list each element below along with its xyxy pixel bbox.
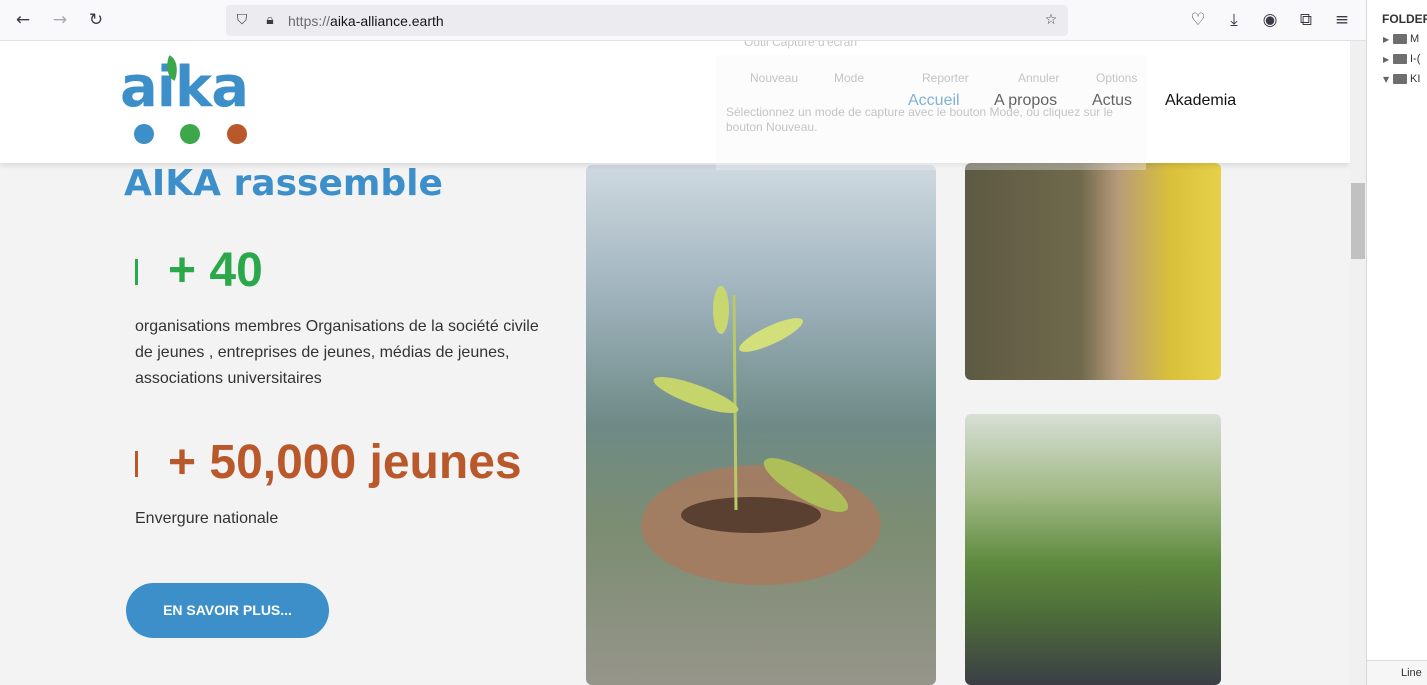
account-icon[interactable]: ◉: [1259, 9, 1281, 31]
section-headline: AIKA rassemble: [124, 163, 443, 204]
folder-icon: [1393, 54, 1407, 65]
line-label: Line: [1401, 667, 1422, 679]
back-icon[interactable]: ←: [12, 9, 34, 31]
stat-jeunes-value: + 50,000 jeunes: [168, 436, 522, 489]
seedling-illustration: [641, 286, 881, 585]
extensions-icon[interactable]: ⧉: [1295, 9, 1317, 31]
side-panel-footer: Line: [1367, 660, 1427, 685]
volunteers-planting-image: [965, 414, 1221, 685]
snipping-tool-overlay: Outil Capture d'écran Nouveau Mode Repor…: [716, 41, 1146, 170]
url-text[interactable]: https://aika-alliance.earth: [288, 13, 444, 29]
bookmark-star-icon[interactable]: ☆: [1041, 10, 1061, 30]
tree-row[interactable]: ▶ M: [1383, 33, 1419, 45]
aika-logo[interactable]: aika: [118, 55, 268, 147]
open-folder-icon: [1393, 74, 1407, 85]
en-savoir-plus-button[interactable]: EN SAVOIR PLUS...: [126, 583, 329, 638]
logo-dot-orange: [227, 124, 247, 144]
expand-arrow-icon[interactable]: ▶: [1383, 35, 1393, 44]
pocket-icon[interactable]: ♡: [1187, 9, 1209, 31]
url-host: aika-alliance.earth: [330, 13, 444, 29]
browser-toolbar: ← → ↻ ⛉ 🔒︎ https://aika-alliance.earth ☆…: [0, 0, 1366, 41]
shield-icon[interactable]: ⛉: [232, 10, 252, 30]
logo-dot-blue: [134, 124, 154, 144]
stat-accent-bar-green: [135, 259, 138, 285]
tree-row-label: M: [1410, 33, 1420, 45]
web-page: aika Accueil A propos Actus Akademia Out…: [0, 41, 1350, 685]
logo-text: aika: [120, 55, 249, 120]
forward-icon[interactable]: →: [49, 9, 71, 31]
reload-icon[interactable]: ↻: [85, 9, 107, 31]
menu-icon[interactable]: ≡: [1331, 9, 1353, 31]
stat-jeunes-description: Envergure nationale: [135, 510, 279, 527]
folders-title: FOLDERS: [1382, 12, 1427, 26]
snip-hint: Sélectionnez un mode de capture avec le …: [726, 105, 1113, 134]
tree-row[interactable]: ▼ KI: [1383, 73, 1420, 85]
logo-dot-green: [180, 124, 200, 144]
snip-mode-button: Mode: [834, 71, 865, 85]
folders-side-panel: FOLDERS ▶M ▶I-( ▼KI Line: [1366, 0, 1427, 685]
snip-cancel-button: Annuler: [1018, 71, 1060, 85]
seedling-in-hands-image: [586, 165, 936, 685]
snip-title: Outil Capture d'écran: [744, 41, 858, 49]
stat-organisations-value: + 40: [168, 244, 263, 297]
download-icon[interactable]: ⤓: [1223, 9, 1245, 31]
stat-accent-bar-orange: [135, 451, 138, 477]
page-scrollbar-thumb[interactable]: [1351, 183, 1365, 259]
stat-organisations-description: organisations membres Organisations de l…: [135, 318, 539, 387]
page-scrollbar[interactable]: [1350, 41, 1366, 685]
lock-icon[interactable]: 🔒︎: [260, 10, 280, 30]
collapse-arrow-icon[interactable]: ▼: [1383, 75, 1393, 84]
url-protocol: https://: [288, 13, 331, 29]
expand-arrow-icon[interactable]: ▶: [1383, 55, 1393, 64]
snip-new-button: Nouveau: [750, 71, 799, 85]
snip-delay-button: Reporter: [922, 71, 969, 85]
nav-akademia[interactable]: Akademia: [1165, 92, 1236, 110]
tree-row-label: KI: [1410, 73, 1421, 85]
tree-row[interactable]: ▶ I-(: [1383, 53, 1420, 65]
girl-hugging-tree-image: [965, 163, 1221, 380]
site-header: aika Accueil A propos Actus Akademia: [0, 41, 1350, 163]
tree-row-label: I-(: [1410, 53, 1421, 65]
address-bar[interactable]: ⛉ 🔒︎ https://aika-alliance.earth ☆: [226, 5, 1068, 36]
snip-options-button: Options: [1096, 71, 1138, 85]
folder-icon: [1393, 34, 1407, 45]
